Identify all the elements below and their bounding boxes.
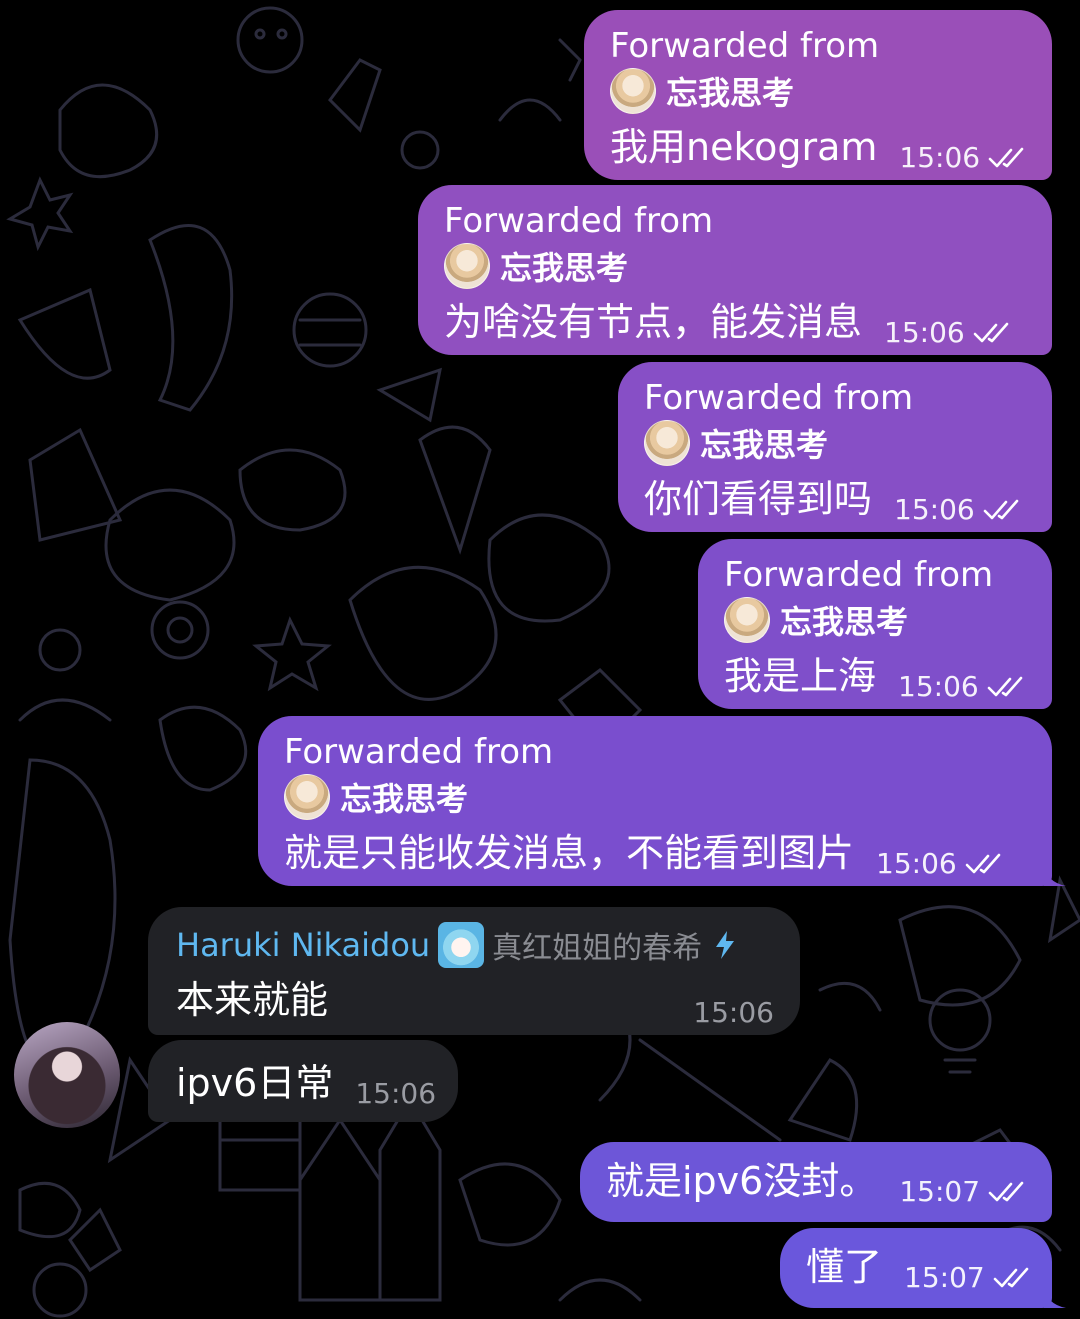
forward-source-name[interactable]: 忘我思考 xyxy=(780,597,908,643)
double-check-icon xyxy=(965,853,1001,873)
forwarded-message[interactable]: Forwarded from 忘我思考 我用nekogram 15:06 xyxy=(584,10,1052,180)
sender-avatar[interactable] xyxy=(14,1022,120,1128)
message-text: 就是ipv6没封。 xyxy=(606,1159,878,1203)
sender-name[interactable]: Haruki Nikaidou xyxy=(176,926,430,964)
forward-source-avatar[interactable] xyxy=(284,774,330,820)
message-text: 我用nekogram xyxy=(610,125,878,169)
forward-source-name[interactable]: 忘我思考 xyxy=(500,243,628,289)
forward-source-name[interactable]: 忘我思考 xyxy=(340,774,468,820)
forwarded-from-label: Forwarded from xyxy=(724,555,994,595)
message-text: ipv6日常 xyxy=(176,1061,334,1105)
message-time: 15:07 xyxy=(904,1261,985,1294)
forwarded-from-label: Forwarded from xyxy=(610,26,880,66)
message-time: 15:06 xyxy=(355,1077,437,1110)
forwarded-from-label: Forwarded from xyxy=(444,201,714,241)
forwarded-message[interactable]: Forwarded from 忘我思考 我是上海 15:06 xyxy=(698,539,1052,709)
message-text: 我是上海 xyxy=(724,654,877,698)
message-text: 就是只能收发消息，不能看到图片 xyxy=(284,831,855,875)
outgoing-message[interactable]: 就是ipv6没封。 15:07 xyxy=(580,1142,1052,1222)
incoming-message[interactable]: Haruki Nikaidou 真红姐姐的春希 本来就能 15:06 xyxy=(148,907,800,1035)
message-time: 15:06 xyxy=(884,316,965,349)
forward-source[interactable]: 忘我思考 xyxy=(724,597,1032,643)
forwarded-message[interactable]: Forwarded from 忘我思考 就是只能收发消息，不能看到图片 15:0… xyxy=(258,716,1066,886)
forward-source-name[interactable]: 忘我思考 xyxy=(700,420,828,466)
bubble-tail xyxy=(1044,864,1066,886)
message-time: 15:07 xyxy=(899,1175,981,1208)
message-time: 15:06 xyxy=(894,493,975,526)
double-check-icon xyxy=(983,499,1019,519)
message-text: 为啥没有节点，能发消息 xyxy=(444,300,863,344)
forward-source[interactable]: 忘我思考 xyxy=(644,420,1032,466)
forward-source-avatar[interactable] xyxy=(444,243,490,289)
sender-title: 真红姐姐的春希 xyxy=(492,931,703,966)
forward-source[interactable]: 忘我思考 xyxy=(284,774,1032,820)
forwarded-from-label: Forwarded from xyxy=(644,378,914,418)
forward-source-avatar[interactable] xyxy=(610,68,656,114)
double-check-icon xyxy=(993,1267,1029,1287)
forward-source[interactable]: 忘我思考 xyxy=(444,243,1032,289)
double-check-icon xyxy=(987,676,1023,696)
message-text: 本来就能 xyxy=(176,978,329,1022)
double-check-icon xyxy=(973,322,1009,342)
forwarded-message[interactable]: Forwarded from 忘我思考 你们看得到吗 15:06 xyxy=(618,362,1052,532)
double-check-icon xyxy=(988,147,1024,167)
double-check-icon xyxy=(988,1181,1024,1201)
message-time: 15:06 xyxy=(899,141,981,174)
sender-badge-icon xyxy=(438,922,485,968)
forwarded-message[interactable]: Forwarded from 忘我思考 为啥没有节点，能发消息 15:06 xyxy=(418,185,1052,355)
outgoing-message[interactable]: 懂了 15:07 xyxy=(780,1228,1066,1308)
message-text: 你们看得到吗 xyxy=(644,477,873,521)
message-time: 15:06 xyxy=(693,996,774,1029)
forward-source[interactable]: 忘我思考 xyxy=(610,68,1032,114)
message-text: 懂了 xyxy=(806,1245,883,1289)
forward-source-name[interactable]: 忘我思考 xyxy=(666,68,794,114)
message-time: 15:06 xyxy=(898,670,979,703)
incoming-message[interactable]: ipv6日常 15:06 xyxy=(148,1040,458,1122)
forward-source-avatar[interactable] xyxy=(644,420,690,466)
forwarded-from-label: Forwarded from xyxy=(284,732,554,772)
forward-source-avatar[interactable] xyxy=(724,597,770,643)
lightning-bolt-icon xyxy=(716,931,735,959)
message-time: 15:06 xyxy=(876,847,957,880)
bubble-tail xyxy=(1044,1286,1066,1308)
